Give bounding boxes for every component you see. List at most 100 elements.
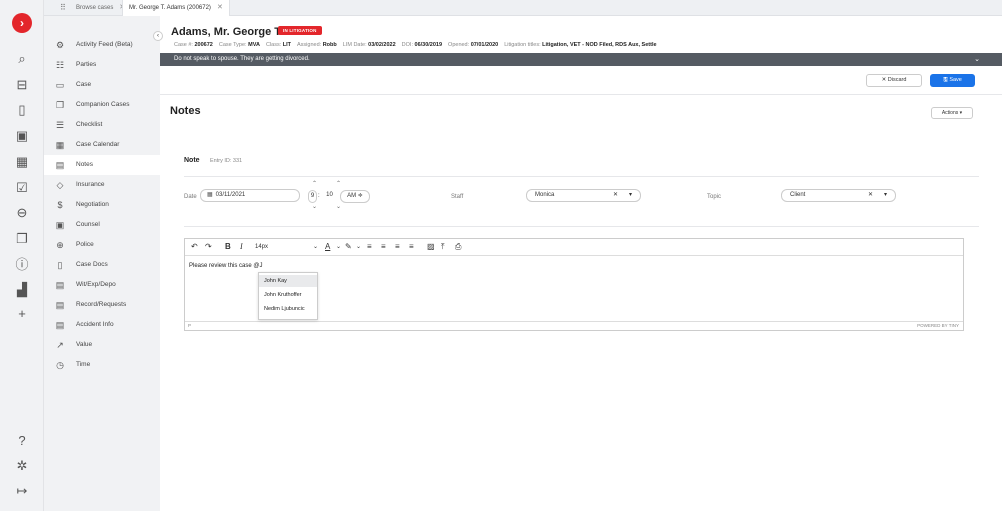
- help-icon[interactable]: ?: [13, 432, 31, 450]
- tab-case-adams[interactable]: Mr. George T. Adams (200672) ✕: [122, 0, 230, 16]
- info-icon[interactable]: ⓘ: [13, 256, 31, 274]
- case-meta: Case #: 200672 Case Type: MVA Class: LIT As…: [174, 42, 663, 48]
- close-icon[interactable]: ✕: [217, 4, 223, 11]
- image-icon[interactable]: ▨: [427, 241, 435, 253]
- sidebar-item-label: Negotiation: [76, 201, 109, 208]
- sidebar-item[interactable]: ⚙ Activity Feed (Beta): [44, 35, 160, 55]
- hour-field[interactable]: 9: [308, 190, 317, 203]
- powered-by-link[interactable]: POWERED BY TINY: [917, 322, 959, 330]
- sidebar-item-label: Value: [76, 341, 93, 348]
- redo-icon[interactable]: ↷: [205, 241, 212, 253]
- staff-select[interactable]: Monica ✕ ▾: [526, 189, 641, 202]
- clear-icon[interactable]: ✕: [868, 190, 873, 201]
- app-logo[interactable]: ›: [12, 13, 32, 33]
- add-icon[interactable]: +: [13, 305, 31, 323]
- sidebar-item[interactable]: ◷ Time: [44, 355, 160, 375]
- settings-icon[interactable]: ✲: [13, 457, 31, 475]
- ampm-select[interactable]: AM ≑: [340, 190, 370, 203]
- print-icon[interactable]: ⎙: [455, 241, 461, 253]
- logout-icon[interactable]: ↦: [13, 482, 31, 500]
- meta-key: Class:: [265, 42, 282, 48]
- align-justify-icon[interactable]: ≡: [409, 241, 414, 253]
- list-icon: ▤: [55, 300, 65, 310]
- divider: [160, 94, 1002, 95]
- font-size-select[interactable]: 14px: [255, 241, 268, 253]
- dollar-icon: $: [57, 200, 63, 210]
- sidebar-item[interactable]: ▣ Counsel: [44, 215, 160, 235]
- list-icon: ▤: [55, 320, 65, 330]
- sidebar-item[interactable]: ▯ Case Docs: [44, 255, 160, 275]
- hour-down-icon[interactable]: ⌄: [312, 203, 317, 210]
- minute-up-icon[interactable]: ⌃: [336, 180, 341, 187]
- case-alert-banner[interactable]: Do not speak to spouse. They are getting…: [160, 53, 1002, 66]
- apps-grid-icon[interactable]: ⠿: [60, 3, 66, 12]
- upload-icon[interactable]: ⤒: [441, 241, 445, 253]
- staff-label: Staff: [451, 194, 464, 200]
- sidebar-item[interactable]: ▤ Accident Info: [44, 315, 160, 335]
- sidebar-item-label: Parties: [76, 61, 97, 68]
- editor-content[interactable]: Please review this case @J: [189, 263, 262, 269]
- sidebar-item[interactable]: ⊕ Police: [44, 235, 160, 255]
- discard-button[interactable]: ✕ Discard: [866, 74, 922, 87]
- inbox-icon[interactable]: ⊖: [13, 204, 31, 222]
- search-icon[interactable]: ⌕: [13, 50, 31, 68]
- bold-icon[interactable]: B: [225, 241, 231, 253]
- mention-option[interactable]: Nedim Ljubuncic: [259, 303, 317, 315]
- meta-value: MVA: [248, 42, 260, 48]
- meta-key: LIM Date:: [342, 42, 367, 48]
- calendar-icon[interactable]: ▦: [13, 153, 31, 171]
- sidebar-item[interactable]: ▦ Case Calendar: [44, 135, 160, 155]
- meta-key: Case #:: [174, 42, 193, 48]
- clear-icon[interactable]: ✕: [613, 190, 618, 201]
- sidebar-item[interactable]: ◇ Insurance: [44, 175, 160, 195]
- entry-id: Entry ID: 331: [210, 158, 243, 164]
- sidebar-item-label: Case Docs: [76, 261, 108, 268]
- chevron-down-icon[interactable]: ⌄: [313, 241, 318, 253]
- sidebar-item[interactable]: ▤ Wit/Exp/Depo: [44, 275, 160, 295]
- sidebar-item[interactable]: ▭ Case: [44, 75, 160, 95]
- chevron-down-icon[interactable]: ▾: [629, 190, 632, 201]
- calendar-icon[interactable]: ▦: [207, 192, 213, 198]
- checklist-icon: ☰: [55, 120, 65, 130]
- date-field[interactable]: ▦ 03/11/2021: [200, 189, 300, 202]
- document-icon[interactable]: ▯: [13, 101, 31, 119]
- chevron-down-icon[interactable]: ⌄: [356, 241, 361, 253]
- chevron-down-icon[interactable]: ⌄: [974, 53, 980, 66]
- minute-field[interactable]: 10: [323, 190, 336, 203]
- align-right-icon[interactable]: ≡: [395, 241, 400, 253]
- copy-icon[interactable]: ❐: [13, 230, 31, 248]
- sidebar-item[interactable]: ❐ Companion Cases: [44, 95, 160, 115]
- undo-icon[interactable]: ↶: [191, 241, 198, 253]
- save-button[interactable]: 🖫 Save: [930, 74, 975, 87]
- minute-down-icon[interactable]: ⌄: [336, 203, 341, 210]
- contact-card-icon[interactable]: ▣: [13, 127, 31, 145]
- message-icon: ▣: [55, 220, 65, 230]
- chevron-down-icon[interactable]: ▾: [884, 190, 887, 201]
- checklist-icon[interactable]: ☑: [13, 179, 31, 197]
- topic-value: Client: [790, 192, 806, 198]
- meta-key: Litigation titles:: [504, 42, 541, 48]
- chevron-down-icon[interactable]: ⌄: [336, 241, 341, 253]
- meta-value: 200672: [194, 42, 213, 48]
- sidebar-item[interactable]: ▤ Record/Requests: [44, 295, 160, 315]
- mention-option[interactable]: John Kay: [259, 275, 317, 287]
- italic-icon[interactable]: I: [240, 241, 243, 253]
- sidebar-item[interactable]: ☷ Parties: [44, 55, 160, 75]
- mention-option[interactable]: John Kruthoffer: [259, 289, 317, 301]
- hour-up-icon[interactable]: ⌃: [312, 180, 317, 187]
- meta-value: 06/30/2019: [414, 42, 443, 48]
- stats-icon[interactable]: ▟: [13, 281, 31, 299]
- sidebar-item[interactable]: ↗ Value: [44, 335, 160, 355]
- briefcase-icon[interactable]: ⊟: [13, 76, 31, 94]
- topic-label: Topic: [707, 194, 722, 200]
- text-color-icon[interactable]: A: [325, 241, 330, 253]
- highlight-icon[interactable]: ✎: [345, 241, 352, 253]
- align-left-icon[interactable]: ≡: [367, 241, 372, 253]
- editor-toolbar: ↶ ↷ B I 14px ⌄ A ⌄ ✎ ⌄ ≡ ≡ ≡ ≡ ▨ ⤒ ⎙: [185, 239, 963, 256]
- sidebar-item[interactable]: ▤ Notes: [44, 155, 160, 175]
- sidebar-item[interactable]: ☰ Checklist: [44, 115, 160, 135]
- sidebar-item[interactable]: $ Negotiation: [44, 195, 160, 215]
- topic-select[interactable]: Client ✕ ▾: [781, 189, 896, 202]
- align-center-icon[interactable]: ≡: [381, 241, 386, 253]
- actions-dropdown[interactable]: Actions ▾: [931, 107, 973, 119]
